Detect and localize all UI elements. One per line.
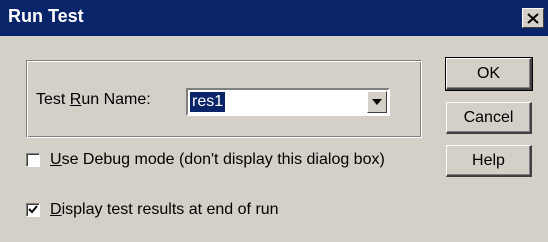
dropdown-button[interactable] (367, 91, 387, 113)
help-button[interactable]: Help (446, 145, 532, 177)
debug-mode-checkbox[interactable] (26, 153, 40, 167)
debug-mode-label: Use Debug mode (don't display this dialo… (50, 151, 385, 168)
window-title: Run Test (8, 6, 84, 26)
display-results-label: Display test results at end of run (50, 201, 279, 218)
close-button[interactable] (522, 8, 544, 28)
ok-button[interactable]: OK (445, 57, 533, 91)
title-bar[interactable]: Run Test (0, 0, 548, 36)
display-results-checkbox[interactable] (26, 203, 40, 217)
cancel-button[interactable]: Cancel (446, 102, 532, 134)
checkmark-icon (28, 205, 38, 214)
test-run-name-label: Test Run Name: (36, 91, 151, 108)
debug-mode-option[interactable]: Use Debug mode (don't display this dialo… (26, 151, 385, 169)
test-run-name-value[interactable]: res1 (190, 92, 226, 112)
close-icon (527, 12, 539, 24)
chevron-down-icon (372, 99, 382, 105)
display-results-option[interactable]: Display test results at end of run (26, 201, 279, 219)
test-run-name-combo[interactable]: res1 (186, 88, 390, 116)
